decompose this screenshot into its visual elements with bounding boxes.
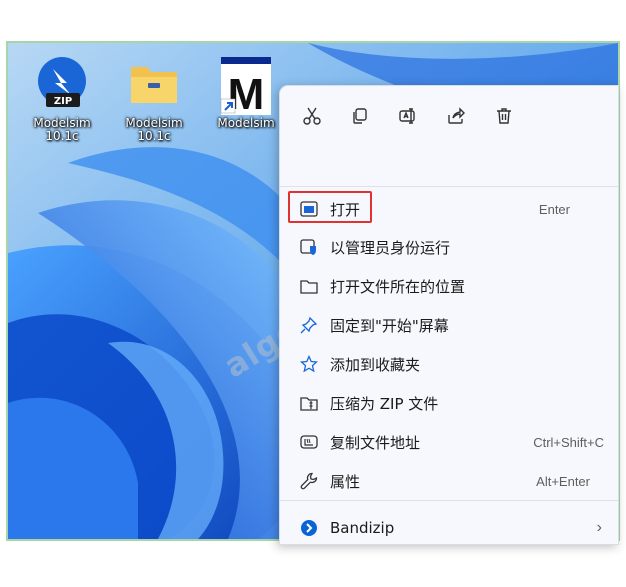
menu-item-compress-zip[interactable]: 压缩为 ZIP 文件: [286, 386, 618, 420]
menu-item-label: 复制文件地址: [330, 433, 421, 452]
trash-icon: [497, 108, 511, 124]
admin-shield-icon: [298, 236, 320, 258]
desktop-icon-modelsim-folder[interactable]: Modelsim 10.1c: [110, 53, 198, 143]
menu-separator: [280, 186, 618, 187]
delete-button[interactable]: [488, 100, 520, 132]
rename-button[interactable]: [392, 100, 424, 132]
menu-item-open-file-location[interactable]: 打开文件所在的位置: [286, 269, 618, 303]
context-menu: 打开 Enter 以管理员身份运行 打开文件所在的位置 固定到"开始"屏幕 添加…: [279, 85, 619, 545]
menu-item-label: 添加到收藏夹: [330, 355, 421, 374]
share-icon: [448, 107, 465, 124]
open-window-icon: [298, 198, 320, 220]
menu-item-open[interactable]: 打开 Enter: [286, 192, 618, 226]
menu-item-properties[interactable]: 属性 Alt+Enter: [286, 464, 618, 498]
menu-item-copy-path[interactable]: 复制文件地址 Ctrl+Shift+C: [286, 425, 618, 459]
folder-icon: [123, 53, 185, 115]
quick-actions-row: [296, 98, 520, 134]
bandizip-icon: [298, 517, 320, 539]
menu-item-shortcut: Ctrl+Shift+C: [533, 434, 604, 450]
menu-item-label: 压缩为 ZIP 文件: [330, 394, 439, 413]
cut-button[interactable]: [296, 100, 328, 132]
menu-separator: [280, 500, 618, 501]
menu-item-run-as-admin[interactable]: 以管理员身份运行: [286, 230, 618, 264]
desktop-icon-modelsim-zip[interactable]: ZIP Modelsim 10.1c: [18, 53, 106, 143]
menu-item-bandizip[interactable]: Bandizip ›: [286, 511, 618, 545]
menu-item-add-to-favorites[interactable]: 添加到收藏夹: [286, 347, 618, 381]
zip-archive-icon: [298, 392, 320, 414]
wrench-icon: [298, 470, 320, 492]
menu-item-label: 打开: [330, 200, 361, 219]
share-button[interactable]: [440, 100, 472, 132]
desktop-icon-label: Modelsim 10.1c: [33, 116, 91, 143]
desktop-icon-modelsim-shortcut[interactable]: M Modelsim: [202, 53, 290, 130]
menu-item-label: 打开文件所在的位置: [330, 277, 466, 296]
rename-icon: [399, 108, 415, 124]
scissors-icon: [303, 107, 321, 125]
desktop-icon-label: Modelsim 10.1c: [125, 116, 183, 143]
copy-icon: [353, 108, 367, 124]
star-icon: [298, 353, 320, 375]
desktop-icon-label: Modelsim: [217, 116, 275, 130]
submenu-chevron-icon: ›: [596, 519, 602, 536]
menu-item-shortcut: Enter: [538, 201, 570, 217]
menu-item-label: 属性: [330, 472, 361, 491]
menu-item-label: Bandizip: [330, 519, 395, 537]
copy-path-icon: [298, 431, 320, 453]
modelsim-app-icon: M: [215, 53, 277, 119]
menu-item-label: 固定到"开始"屏幕: [330, 316, 449, 335]
menu-item-label: 以管理员身份运行: [330, 238, 451, 257]
folder-icon: [298, 275, 320, 297]
svg-text:ZIP: ZIP: [54, 96, 72, 107]
zip-installer-icon: ZIP: [31, 53, 93, 115]
pin-icon: [298, 314, 320, 336]
copy-button[interactable]: [344, 100, 376, 132]
menu-item-shortcut: Alt+Enter: [536, 473, 590, 489]
menu-item-pin-to-start[interactable]: 固定到"开始"屏幕: [286, 308, 618, 342]
